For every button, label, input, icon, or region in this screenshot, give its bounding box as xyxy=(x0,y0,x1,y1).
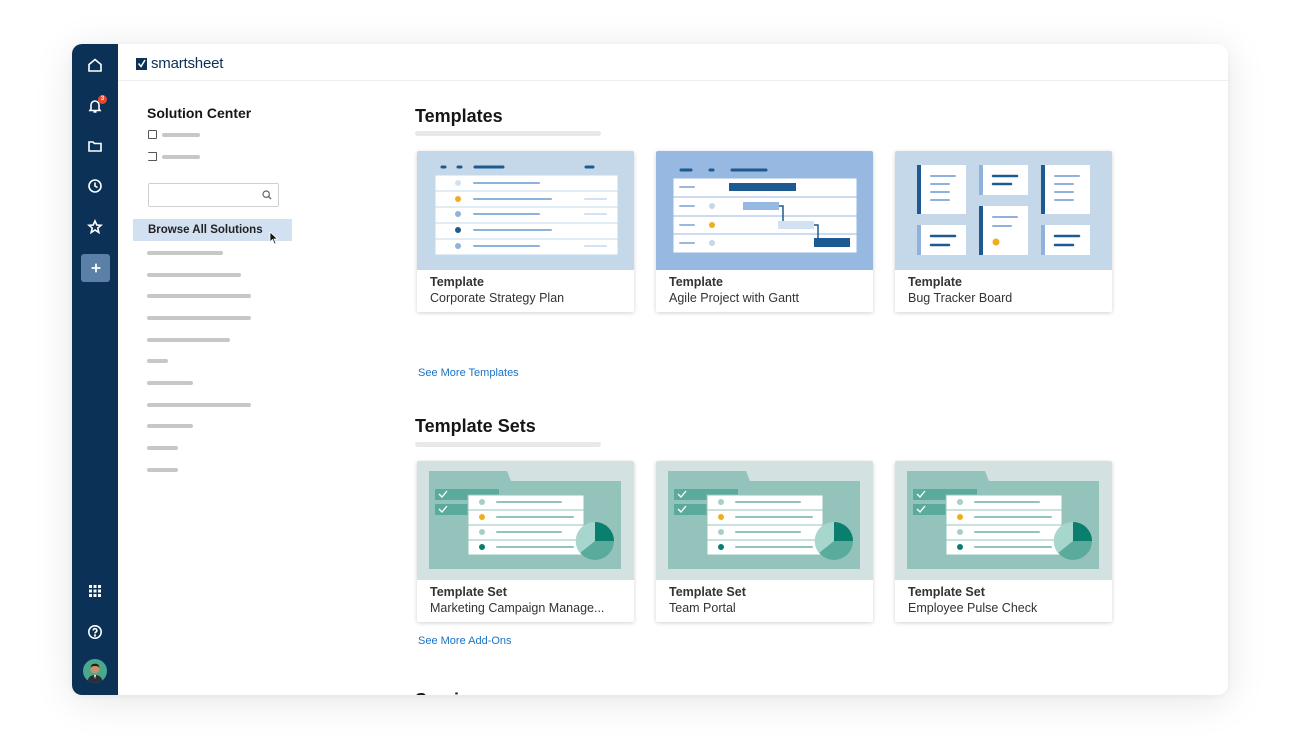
bug-tracker-thumbnail xyxy=(895,151,1112,270)
nav-placeholder[interactable] xyxy=(147,294,251,298)
template-set-thumbnail xyxy=(895,461,1112,580)
template-set-card[interactable]: Template Set Employee Pulse Check xyxy=(895,461,1112,622)
nav-placeholder[interactable] xyxy=(147,381,193,385)
template-card[interactable]: Template Agile Project with Gantt xyxy=(656,151,873,312)
template-card[interactable]: Template Bug Tracker Board xyxy=(895,151,1112,312)
template-set-thumbnail xyxy=(656,461,873,580)
top-bar: smartsheet xyxy=(118,44,1228,81)
see-more-add-ons-link[interactable]: See More Add-Ons xyxy=(418,635,512,647)
card-type: Template Set xyxy=(430,585,507,599)
folder-icon[interactable] xyxy=(72,132,118,160)
bell-icon[interactable]: 3 xyxy=(72,92,118,120)
avatar[interactable] xyxy=(83,659,107,683)
gantt-thumbnail xyxy=(656,151,873,270)
star-icon[interactable] xyxy=(72,213,118,241)
section-underline xyxy=(415,131,601,136)
nav-placeholder[interactable] xyxy=(147,316,251,320)
template-card[interactable]: Template Corporate Strategy Plan xyxy=(417,151,634,312)
panel-title: Solution Center xyxy=(147,105,252,121)
card-type: Template xyxy=(430,275,484,289)
plus-icon xyxy=(91,263,100,273)
card-title: Bug Tracker Board xyxy=(908,291,1013,305)
card-type: Template Set xyxy=(669,585,746,599)
create-button[interactable] xyxy=(81,254,110,282)
nav-placeholder[interactable] xyxy=(147,446,178,450)
corporate-strategy-thumbnail xyxy=(417,151,634,270)
nav-placeholder[interactable] xyxy=(147,424,193,428)
card-title: Corporate Strategy Plan xyxy=(430,291,565,305)
card-type: Template Set xyxy=(908,585,985,599)
see-more-templates-link[interactable]: See More Templates xyxy=(418,367,519,379)
sheet-icon xyxy=(148,130,157,139)
sign-in-icon xyxy=(148,152,157,161)
logo-icon xyxy=(136,57,147,70)
logo-text: smartsheet xyxy=(151,55,224,72)
search-input[interactable] xyxy=(149,184,257,206)
template-sets-heading: Template Sets xyxy=(415,416,536,436)
nav-placeholder[interactable] xyxy=(147,403,251,407)
main-content: Templates Template Corporate Strategy Pl… xyxy=(414,81,1228,695)
template-set-card[interactable]: Template Set Team Portal xyxy=(656,461,873,622)
notification-badge: 3 xyxy=(98,95,107,104)
templates-heading: Templates xyxy=(415,106,503,126)
card-title: Agile Project with Gantt xyxy=(669,291,799,305)
grid-icon[interactable] xyxy=(72,577,118,605)
card-type: Template xyxy=(908,275,962,289)
card-title: Employee Pulse Check xyxy=(908,601,1038,615)
nav-placeholder[interactable] xyxy=(147,338,230,342)
solutions-search[interactable] xyxy=(148,183,279,207)
mouse-cursor-icon xyxy=(269,231,279,245)
placeholder-bar xyxy=(162,154,200,159)
solution-center-panel: Solution Center Browse All Solutions xyxy=(118,81,318,695)
section-underline xyxy=(415,442,601,447)
card-type: Template xyxy=(669,275,723,289)
services-heading: Services xyxy=(415,690,489,695)
clock-icon[interactable] xyxy=(72,172,118,200)
template-set-thumbnail xyxy=(417,461,634,580)
template-set-card[interactable]: Template Set Marketing Campaign Manage..… xyxy=(417,461,634,622)
card-title: Marketing Campaign Manage... xyxy=(430,601,605,615)
placeholder-bar xyxy=(162,132,200,137)
nav-placeholder[interactable] xyxy=(147,251,223,255)
nav-placeholder[interactable] xyxy=(147,273,241,277)
left-rail: 3 xyxy=(72,44,118,695)
card-title: Team Portal xyxy=(669,601,736,615)
nav-placeholder[interactable] xyxy=(147,359,168,363)
app-window: 3 smartsheet Solution Center Browse All … xyxy=(72,44,1228,695)
panel-link-1[interactable] xyxy=(148,130,200,139)
panel-link-2[interactable] xyxy=(148,152,200,161)
search-icon[interactable] xyxy=(262,190,272,200)
nav-placeholder[interactable] xyxy=(147,468,178,472)
help-icon[interactable] xyxy=(72,618,118,646)
smartsheet-logo[interactable]: smartsheet xyxy=(136,55,223,72)
home-icon[interactable] xyxy=(72,51,118,79)
